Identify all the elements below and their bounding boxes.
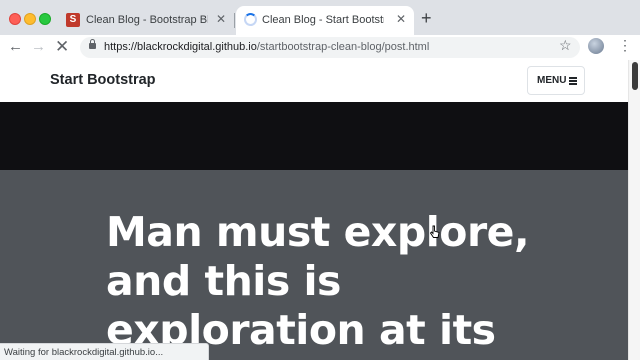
minimize-window-button[interactable] xyxy=(24,13,36,25)
profile-avatar[interactable] xyxy=(588,38,604,54)
url-host: https://blackrockdigital.github.io xyxy=(104,41,257,53)
tab-title: Clean Blog - Bootstrap Blog Th xyxy=(86,14,208,26)
tab-close-icon[interactable]: ✕ xyxy=(396,12,406,26)
start-bootstrap-favicon-icon: S xyxy=(66,13,80,27)
bookmark-star-icon[interactable]: ☆ xyxy=(559,37,572,54)
tab-close-icon[interactable]: ✕ xyxy=(216,12,226,26)
browser-menu-icon[interactable]: ⋮ xyxy=(618,37,632,54)
url-path: /startbootstrap-clean-blog/post.html xyxy=(256,41,430,53)
scrollbar-thumb[interactable] xyxy=(632,62,638,90)
forward-button[interactable]: → xyxy=(31,38,46,56)
site-menu-button[interactable]: MENU xyxy=(527,66,585,95)
post-title: Man must explore, and this is exploratio… xyxy=(106,208,566,355)
site-brand-link[interactable]: Start Bootstrap xyxy=(50,72,156,88)
back-button[interactable]: ← xyxy=(8,38,23,56)
url-text[interactable]: https://blackrockdigital.github.io/start… xyxy=(104,41,429,53)
status-bubble: Waiting for blackrockdigital.github.io..… xyxy=(0,343,209,360)
loading-spinner-icon xyxy=(244,13,257,26)
tab-strip: S Clean Blog - Bootstrap Blog Th ✕ Clean… xyxy=(0,0,640,35)
tab-clean-blog-bootstrap[interactable]: S Clean Blog - Bootstrap Blog Th ✕ xyxy=(60,6,234,35)
page-scrollbar[interactable] xyxy=(628,60,640,360)
hamburger-icon xyxy=(569,77,577,85)
lock-icon[interactable] xyxy=(89,39,96,49)
new-tab-button[interactable]: + xyxy=(421,8,432,29)
site-navbar: Start Bootstrap MENU xyxy=(0,60,628,102)
tab-clean-blog-active[interactable]: Clean Blog - Start Bootstrap Th ✕ xyxy=(236,6,414,35)
post-title-line: Man must explore, xyxy=(106,208,530,256)
tab-separator xyxy=(234,13,235,28)
menu-label: MENU xyxy=(537,75,567,86)
pointer-cursor-icon xyxy=(429,225,440,238)
post-header: Man must explore, and this is exploratio… xyxy=(0,170,628,360)
stop-loading-button[interactable]: ✕ xyxy=(55,38,69,56)
web-page: Start Bootstrap MENU Man must explore, a… xyxy=(0,60,628,360)
tab-title: Clean Blog - Start Bootstrap Th xyxy=(262,14,384,26)
header-image-band xyxy=(0,102,628,170)
maximize-window-button[interactable] xyxy=(39,13,51,25)
address-bar[interactable]: https://blackrockdigital.github.io/start… xyxy=(80,37,580,58)
browser-toolbar: ← → ✕ https://blackrockdigital.github.io… xyxy=(0,35,640,60)
post-title-line: and this is xyxy=(106,257,341,305)
close-window-button[interactable] xyxy=(9,13,21,25)
